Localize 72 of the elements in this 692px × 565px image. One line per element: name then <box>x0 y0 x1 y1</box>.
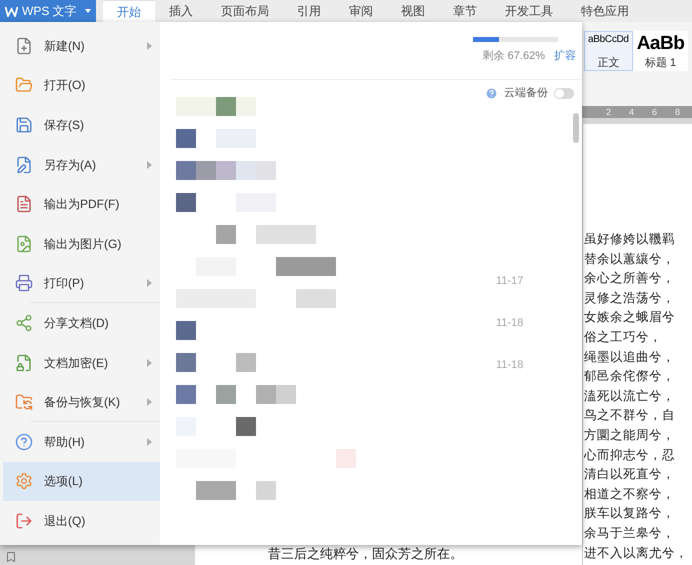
w-logo-icon <box>5 6 18 16</box>
settings-icon <box>15 472 33 490</box>
image-file-icon <box>15 234 33 253</box>
document-text-line: 朕车以复路兮， <box>584 505 676 522</box>
file-date: 11-17 <box>496 274 524 289</box>
menu-item[interactable]: 备份与恢复(K) <box>3 382 160 422</box>
menu-item[interactable]: 打开(O) <box>3 66 160 106</box>
menu-item[interactable]: 输出为图片(G) <box>3 224 160 264</box>
folder-icon <box>15 76 33 94</box>
save-as-icon <box>15 156 33 174</box>
menu-item[interactable]: 分享文档(D) <box>3 303 160 343</box>
menu-item[interactable]: 打印(P) <box>3 264 160 304</box>
style-preset[interactable]: aBbCcDd 正文 <box>584 31 633 71</box>
menu-item[interactable]: 输出为PDF(F) <box>3 184 160 224</box>
menu-item[interactable]: 选项(L) <box>3 462 160 502</box>
document-text-line: 余马于兰皋兮， <box>584 524 676 542</box>
document-text-line: 虽好修姱以鞿羁 <box>584 231 676 248</box>
new-file-icon <box>15 36 33 55</box>
share-icon <box>15 314 33 332</box>
storage-remaining-text: 剩余 67.62% <box>482 48 545 64</box>
ruler-number: 8 <box>674 108 680 116</box>
document-text-line: 相道之不察兮， <box>584 486 676 503</box>
printer-icon <box>15 274 33 292</box>
menu-item[interactable]: 文档加密(E) <box>3 342 160 382</box>
document-text-line: 昔三后之纯粹兮，固众芳之所在。 <box>268 545 464 564</box>
document-text-line: 郁邑余侘傺兮， <box>584 368 676 386</box>
help-icon[interactable] <box>485 86 498 100</box>
document-text-line: 替余以蕙纕兮， <box>584 250 676 268</box>
document-text-line: 女嫉余之蛾眉兮 <box>584 309 676 326</box>
cloud-backup-toggle[interactable] <box>554 88 574 98</box>
ribbon-tab[interactable]: 页面布局 <box>207 0 283 22</box>
caret-icon <box>85 9 91 13</box>
cloud-backup-label: 云端备份 <box>504 86 548 101</box>
ribbon-tab[interactable]: 视图 <box>387 0 439 22</box>
ribbon-tab[interactable]: 章节 <box>439 0 491 22</box>
document-text-line: 溘死以流亡兮， <box>584 388 676 405</box>
menu-item[interactable]: 另存为(A) <box>3 144 160 184</box>
bookmark-icon[interactable] <box>5 551 17 563</box>
menu-item[interactable]: 新建(N) <box>3 26 160 66</box>
document-text-line: 清白以死直兮， <box>584 466 676 484</box>
document-text-line: 进不入以离尤兮， <box>584 544 689 562</box>
ribbon-tab[interactable]: 开始 <box>103 0 155 22</box>
save-icon <box>15 116 33 134</box>
ribbon-tab[interactable]: 插入 <box>155 0 207 22</box>
expand-storage-link[interactable]: 扩容 <box>554 48 576 64</box>
menu-item[interactable]: 帮助(H) <box>3 422 160 462</box>
document-text-line: 心而抑志兮，忍 <box>584 446 676 464</box>
file-date: 11-18 <box>496 316 524 331</box>
style-preset[interactable]: AaBb 标题 1 <box>632 31 688 71</box>
menu-item[interactable]: 保存(S) <box>3 105 160 145</box>
ribbon-tab[interactable]: 特色应用 <box>567 0 643 22</box>
ribbon-tab[interactable]: 引用 <box>283 0 335 22</box>
help-icon <box>15 432 33 451</box>
ribbon-tab[interactable]: 开发工具 <box>491 0 567 22</box>
ruler-number: 2 <box>606 108 611 116</box>
app-menu-button[interactable]: WPS 文字 <box>0 0 96 22</box>
file-date: 11-18 <box>496 358 524 373</box>
document-text-line: 绳墨以追曲兮， <box>584 348 676 366</box>
document-text-line: 俗之工巧兮， <box>584 328 663 346</box>
document-text-line: 灵修之浩荡兮， <box>584 290 676 307</box>
exit-icon <box>15 512 33 530</box>
backup-folder-icon <box>15 393 33 412</box>
menu-item[interactable]: 退出(Q) <box>3 501 160 541</box>
document-text-line: 余心之所善兮， <box>584 270 676 288</box>
ribbon-tab[interactable]: 审阅 <box>335 0 387 22</box>
ruler-number: 6 <box>652 108 657 116</box>
document-text-line: 鸟之不群兮，自 <box>584 407 676 424</box>
locked-file-icon <box>15 354 33 372</box>
scrollbar-thumb[interactable] <box>573 113 579 143</box>
ruler-number: 4 <box>628 108 634 116</box>
document-text-line: 方圜之能周兮， <box>584 426 676 444</box>
pdf-file-icon <box>15 195 33 214</box>
